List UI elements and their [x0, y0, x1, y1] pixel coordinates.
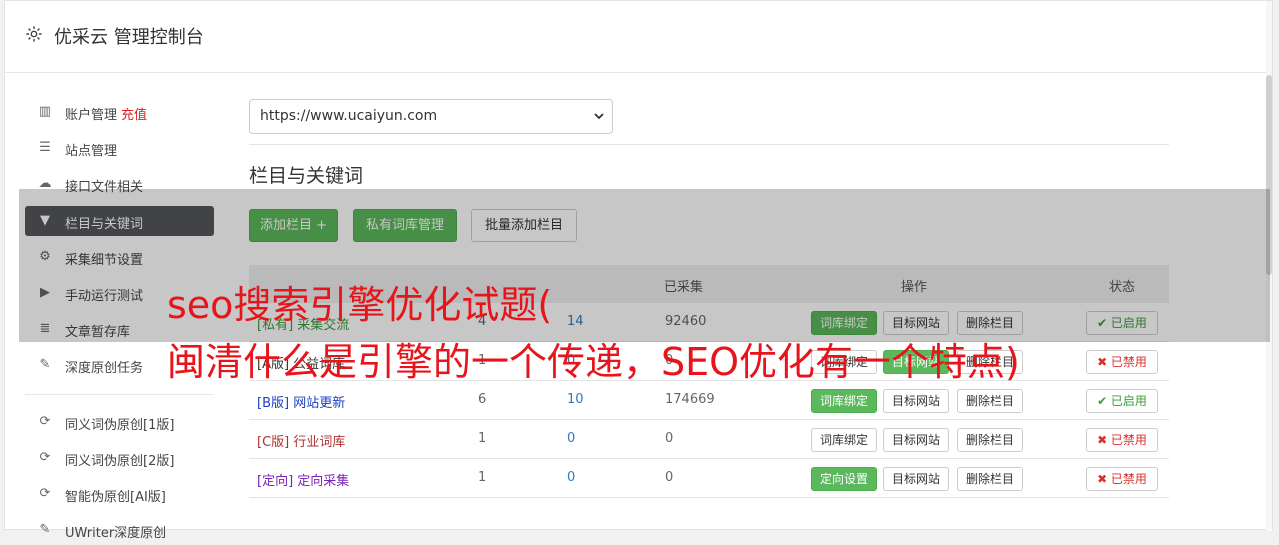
delete-column-button[interactable]: 删除栏目	[957, 389, 1024, 413]
overlay-title-line2: 闽清什么是引擎的一个传递，SEO优化有一个特点)	[167, 340, 1020, 384]
target-site-button[interactable]: 目标网站	[883, 389, 950, 413]
sidebar-item-2[interactable]: ☰ 站点管理	[25, 133, 214, 163]
refresh-icon: ⟳	[39, 414, 51, 429]
collected-count: 0	[665, 431, 674, 446]
sidebar-item-11[interactable]: ⟳ 智能伪原创[AI版]	[25, 479, 214, 509]
overlay-title-line1: seo搜索引擎优化试题(	[167, 283, 553, 327]
table-row: [B版] 网站更新 6 10 174669 词库绑定 目标网站 删除栏目 ✔ 已启用	[249, 381, 1169, 420]
status-toggle[interactable]: ✔ 已启用	[1086, 389, 1158, 413]
status-toggle[interactable]: ✖ 已禁用	[1086, 428, 1158, 452]
sidebar-item-label: 同义词伪原创[1版]	[65, 414, 174, 433]
sidebar-item-9[interactable]: ⟳ 同义词伪原创[1版]	[25, 407, 214, 437]
sidebar-item-text: 账户管理	[65, 108, 118, 123]
keyword-count: 1	[478, 431, 487, 446]
sidebar-item-label: 智能伪原创[AI版]	[65, 486, 166, 505]
sidebar-item-label: 同义词伪原创[2版]	[65, 450, 174, 469]
sidebar-item-text: 智能伪原创[AI版]	[65, 490, 166, 505]
status-toggle[interactable]: ✖ 已禁用	[1086, 350, 1158, 374]
sidebar-item-text: 同义词伪原创[1版]	[65, 418, 175, 433]
column-name-link[interactable]: [C版] 行业词库	[257, 431, 345, 450]
sidebar-item-label: 账户管理 充值	[65, 104, 147, 123]
bar-chart-icon: ▥	[38, 104, 52, 119]
collected-count: 0	[665, 470, 674, 485]
delete-column-button[interactable]: 删除栏目	[957, 467, 1024, 491]
gear-icon	[26, 26, 42, 42]
target-site-button[interactable]: 目标网站	[883, 467, 950, 491]
sidebar-item-10[interactable]: ⟳ 同义词伪原创[2版]	[25, 443, 214, 473]
server-icon: ☰	[39, 140, 51, 155]
page-header: 优采云 管理控制台	[5, 1, 1272, 73]
collected-count: 174669	[665, 392, 715, 407]
sidebar-divider	[25, 394, 214, 395]
section-title: 栏目与关键词	[249, 165, 364, 187]
sidebar-item-label: UWriter深度原创	[65, 522, 166, 541]
refresh-icon: ⟳	[39, 486, 51, 501]
sidebar-item-text: 同义词伪原创[2版]	[65, 454, 175, 469]
sidebar-item-text: UWriter深度原创	[65, 526, 167, 541]
sidebar-item-label: 站点管理	[65, 140, 117, 159]
target-site-button[interactable]: 目标网站	[883, 428, 950, 452]
keyword-count: 6	[478, 392, 487, 407]
table-row: [定向] 定向采集 1 0 0 定向设置 目标网站 删除栏目 ✖ 已禁用	[249, 459, 1169, 498]
refresh-icon: ⟳	[39, 450, 51, 465]
sidebar-item-12[interactable]: ✎ UWriter深度原创	[25, 515, 214, 545]
pending-count[interactable]: 10	[567, 392, 584, 407]
sidebar-item-text: 站点管理	[65, 144, 118, 159]
divider	[249, 144, 1169, 145]
column-name-link[interactable]: [定向] 定向采集	[257, 470, 349, 489]
pending-count[interactable]: 0	[567, 431, 575, 446]
lexicon-bind-button[interactable]: 定向设置	[811, 467, 878, 491]
page-title: 优采云 管理控制台	[54, 27, 204, 48]
site-select[interactable]: https://www.ucaiyun.com	[249, 99, 613, 134]
status-toggle[interactable]: ✖ 已禁用	[1086, 467, 1158, 491]
lexicon-bind-button[interactable]: 词库绑定	[811, 428, 878, 452]
delete-column-button[interactable]: 删除栏目	[957, 428, 1024, 452]
column-name-link[interactable]: [B版] 网站更新	[257, 392, 345, 411]
sidebar-item-1[interactable]: ▥ 账户管理 充值	[25, 97, 214, 127]
sidebar-item-text: 深度原创任务	[65, 361, 144, 376]
console-panel: 优采云 管理控制台 ▥ 账户管理 充值 ☰ 站点管理 ☁ 接口文件相关 ▼ 栏目与关键词 ⚙ 采集细…	[4, 0, 1273, 541]
recharge-link[interactable]: 充值	[121, 108, 147, 123]
keyword-count: 1	[478, 470, 487, 485]
pending-count[interactable]: 0	[567, 470, 575, 485]
table-row: [C版] 行业词库 1 0 0 词库绑定 目标网站 删除栏目 ✖ 已禁用	[249, 420, 1169, 459]
chevron-down-icon	[594, 113, 604, 120]
edit-icon: ✎	[39, 357, 51, 372]
sidebar-item-label: 深度原创任务	[65, 357, 143, 376]
edit-icon: ✎	[39, 522, 51, 537]
site-select-value: https://www.ucaiyun.com	[260, 108, 438, 124]
lexicon-bind-button[interactable]: 词库绑定	[811, 389, 878, 413]
